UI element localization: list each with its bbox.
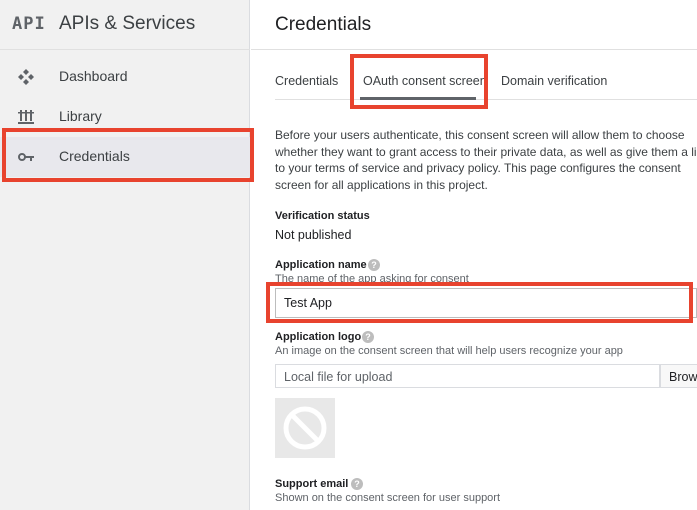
verification-status-value: Not published <box>275 228 352 242</box>
main-header: Credentials <box>251 0 697 50</box>
description-line: whether they want to grant access to the… <box>275 144 697 159</box>
application-name-label: Application name <box>275 259 367 271</box>
sidebar-item-label: Library <box>59 108 102 124</box>
file-input-placeholder: Local file for upload <box>284 370 393 384</box>
application-name-hint: The name of the app asking for consent <box>275 273 469 285</box>
application-logo-label: Application logo <box>275 331 362 343</box>
description-line: to your terms of service and privacy pol… <box>275 161 681 175</box>
consent-description: Before your users authenticate, this con… <box>275 127 697 193</box>
application-logo-hint: An image on the consent screen that will… <box>275 345 623 357</box>
sidebar-item-label: Credentials <box>59 148 130 164</box>
sidebar-item-dashboard[interactable]: Dashboard <box>0 57 250 97</box>
browse-button-label: Browse <box>669 370 697 384</box>
description-line: screen for all applications in this proj… <box>275 177 488 192</box>
sidebar-item-library[interactable]: Library <box>0 97 250 137</box>
active-tab-indicator <box>360 97 476 100</box>
app-title[interactable]: APIs & Services <box>59 13 195 35</box>
tab-oauth-consent-screen[interactable]: OAuth consent screen <box>363 74 487 88</box>
tab-domain-verification[interactable]: Domain verification <box>501 74 607 88</box>
help-icon[interactable]: ? <box>368 259 380 271</box>
help-icon[interactable]: ? <box>351 478 363 490</box>
description-line: Before your users authenticate, this con… <box>275 128 685 142</box>
help-icon[interactable]: ? <box>362 331 374 343</box>
verification-status-label: Verification status <box>275 210 370 222</box>
sidebar-item-credentials[interactable]: Credentials <box>0 137 250 177</box>
dashboard-icon <box>17 68 35 86</box>
sidebar-item-label: Dashboard <box>59 68 128 84</box>
application-name-input[interactable]: Test App <box>275 288 697 318</box>
support-email-hint: Shown on the consent screen for user sup… <box>275 492 501 504</box>
sidebar-header: API APIs & Services <box>0 0 250 50</box>
tab-bar: Credentials OAuth consent screen Domain … <box>275 60 697 100</box>
tab-credentials[interactable]: Credentials <box>275 74 338 88</box>
page-title: Credentials <box>275 14 372 35</box>
application-name-value: Test App <box>284 296 332 310</box>
support-email-label: Support email <box>275 478 349 490</box>
library-icon <box>17 108 35 126</box>
api-logo: API <box>12 14 46 34</box>
sidebar: API APIs & Services Dashboard Library Cr… <box>0 0 250 510</box>
logo-preview <box>275 398 335 458</box>
no-image-icon <box>275 406 335 462</box>
logo-file-input[interactable]: Local file for upload <box>275 364 660 388</box>
key-icon <box>17 148 35 166</box>
browse-button[interactable]: Browse <box>660 364 697 388</box>
